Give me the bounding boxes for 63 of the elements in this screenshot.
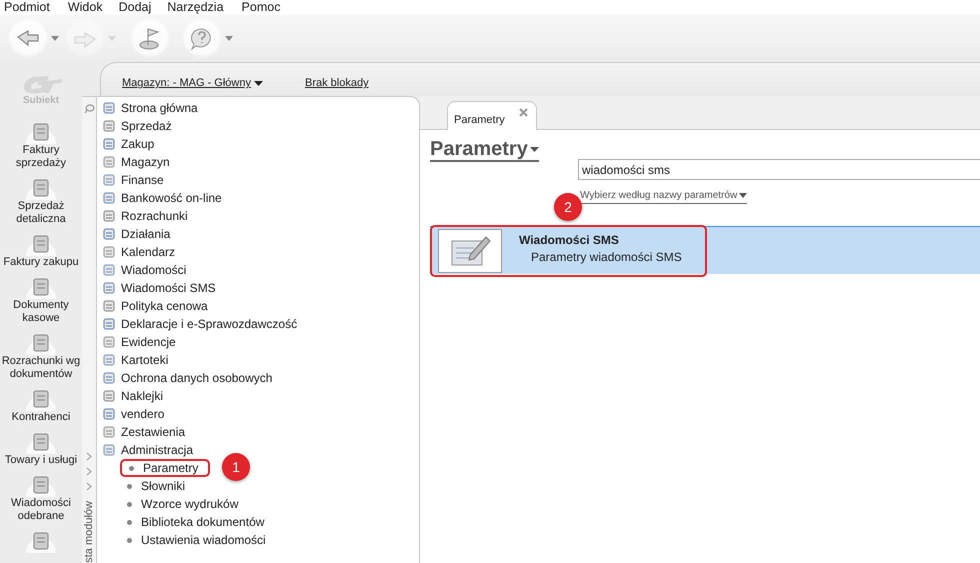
- module-list-item[interactable]: Strona główna: [102, 99, 419, 117]
- module-list-item[interactable]: Rozrachunki: [102, 207, 419, 225]
- module-list-item[interactable]: Zakup: [102, 135, 419, 153]
- module-list-item[interactable]: Polityka cenowa: [102, 297, 419, 315]
- module-list-item[interactable]: Sprzedaż: [102, 117, 419, 135]
- module-button[interactable]: Towary i usługi: [0, 428, 82, 471]
- module-list-item[interactable]: Ochrona danych osobowych: [102, 369, 419, 387]
- module-list-item[interactable]: Działania: [102, 225, 419, 243]
- section-title-dropdown[interactable]: Parametry: [430, 138, 539, 162]
- bullet-icon: [127, 502, 132, 506]
- module-subitem[interactable]: Wzorce wydruków: [120, 495, 248, 513]
- module-list-item[interactable]: Deklaracje i e-Sprawozdawczość: [102, 315, 419, 333]
- bullet-icon: [127, 484, 132, 488]
- module-list-item[interactable]: Finanse: [102, 171, 419, 189]
- module-list-item[interactable]: Wiadomości: [102, 261, 419, 279]
- panel-title: sta modułów: [82, 501, 96, 563]
- help-button[interactable]: [182, 18, 233, 58]
- menu-item[interactable]: Dodaj: [118, 0, 152, 15]
- back-button[interactable]: [8, 18, 59, 58]
- bullet-icon: [127, 538, 132, 542]
- tab[interactable]: Parametry: [447, 101, 537, 130]
- menu-item[interactable]: Pomoc: [242, 0, 280, 15]
- module-button[interactable]: Sprzedaż detaliczna: [0, 174, 82, 230]
- module-list-item[interactable]: Bankowość on-line: [102, 189, 419, 207]
- module-subitem[interactable]: Ustawienia wiadomości: [120, 531, 276, 549]
- module-subitem[interactable]: Parametry: [120, 459, 210, 477]
- module-button[interactable]: Faktury zakupu: [0, 230, 82, 273]
- module-button[interactable]: Rozrachunki wg dokumentów: [0, 329, 82, 385]
- module-subitem[interactable]: Biblioteka dokumentów: [120, 513, 274, 531]
- caret-icon: [225, 36, 233, 41]
- module-list-item[interactable]: Zestawienia: [102, 423, 419, 441]
- module-list-item[interactable]: Ewidencje: [102, 333, 419, 351]
- filter-link[interactable]: Wybierz według nazwy parametrów: [580, 188, 748, 204]
- menu-item[interactable]: Narzędzia: [167, 0, 224, 15]
- module-list-item[interactable]: Kalendarz: [102, 243, 419, 261]
- bullet-icon: [129, 466, 134, 470]
- step-badge: 1: [222, 453, 250, 481]
- module-list-item[interactable]: Wiadomości SMS: [102, 279, 419, 297]
- module-list-item[interactable]: vendero: [102, 405, 419, 423]
- module-button[interactable]: Dokumenty kasowe: [0, 273, 82, 329]
- step-badge: 2: [554, 193, 582, 221]
- caret-icon: [739, 193, 748, 198]
- module-list-item[interactable]: Kartoteki: [102, 351, 419, 369]
- result-row[interactable]: Wiadomości SMS Parametry wiadomości SMS: [430, 226, 980, 274]
- caret-icon: [108, 36, 116, 41]
- module-list-item[interactable]: Naklejki: [102, 387, 419, 405]
- close-icon[interactable]: [518, 108, 528, 117]
- result-description: Parametry wiadomości SMS: [531, 248, 682, 266]
- caret-icon: [254, 81, 263, 86]
- module-button[interactable]: Faktury sprzedaży: [0, 118, 82, 174]
- menu-item[interactable]: Widok: [68, 0, 103, 15]
- warehouse-link[interactable]: Magazyn: - MAG - Główny: [122, 75, 263, 92]
- module-subitem[interactable]: Słowniki: [120, 477, 196, 495]
- module-list-item[interactable]: Magazyn: [102, 153, 419, 171]
- caret-icon: [51, 36, 59, 41]
- module-button[interactable]: Wiadomości odebrane: [0, 471, 82, 527]
- search-field[interactable]: wiadomości sms: [578, 159, 980, 180]
- menu-item[interactable]: Podmiot: [4, 0, 50, 15]
- caret-icon: [530, 146, 539, 152]
- bullet-icon: [127, 520, 132, 524]
- module-button[interactable]: Kontrahenci: [0, 385, 82, 428]
- lock-status-link[interactable]: Brak blokady: [304, 75, 369, 92]
- result-title: Wiadomości SMS: [519, 232, 620, 248]
